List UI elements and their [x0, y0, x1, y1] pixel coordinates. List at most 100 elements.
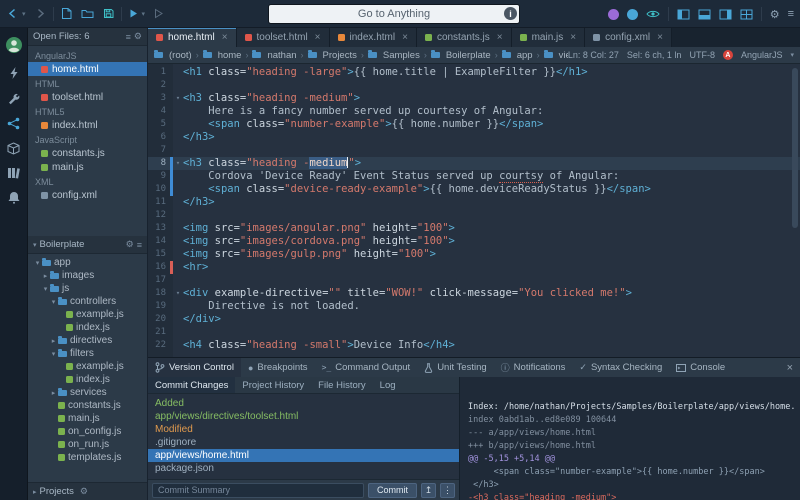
editor-tab-config.xml[interactable]: config.xml×	[585, 28, 672, 47]
line-number[interactable]: 4	[148, 105, 170, 118]
places-menu-icon[interactable]: ≡	[137, 240, 142, 250]
commit-button[interactable]: Commit	[368, 483, 417, 498]
library-books-icon[interactable]	[7, 167, 20, 179]
tree-item-app[interactable]: ▾app	[28, 256, 147, 269]
settings-gear-icon[interactable]: ⚙	[770, 8, 780, 21]
line-number[interactable]: 22	[148, 339, 170, 352]
editor-line-8[interactable]: 8▾<h3 class="heading -medium">	[148, 157, 800, 170]
open-file-index.html[interactable]: index.html	[28, 118, 147, 132]
toggle-right-pane-icon[interactable]	[719, 9, 732, 20]
tree-item-example.js[interactable]: example.js	[28, 308, 147, 321]
search-input[interactable]	[268, 4, 520, 24]
tree-item-example.js[interactable]: example.js	[28, 360, 147, 373]
editor-line-19[interactable]: 19 Directive is not loaded.	[148, 300, 800, 313]
line-number[interactable]: 12	[148, 209, 170, 222]
tree-item-index.js[interactable]: index.js	[28, 373, 147, 386]
panel-tab-console[interactable]: Console	[669, 358, 732, 377]
notifications-bell-icon[interactable]	[8, 191, 20, 204]
breadcrumb-folder-nathan[interactable]: nathan	[252, 50, 296, 61]
editor-tab-constants.js[interactable]: constants.js×	[417, 28, 512, 47]
editor-tab-main.js[interactable]: main.js×	[512, 28, 586, 47]
breadcrumb-folder-views[interactable]: views	[544, 50, 568, 61]
tree-item-constants.js[interactable]: constants.js	[28, 399, 147, 412]
bolt-icon[interactable]	[8, 66, 20, 80]
line-number[interactable]: 17	[148, 274, 170, 287]
editor-line-17[interactable]: 17	[148, 274, 800, 287]
line-number[interactable]: 10	[148, 183, 170, 196]
share-nodes-icon[interactable]	[7, 117, 20, 130]
run-icon[interactable]	[129, 8, 138, 19]
tree-item-index.js[interactable]: index.js	[28, 321, 147, 334]
subtab-commit-changes[interactable]: Commit Changes	[148, 377, 235, 393]
line-number[interactable]: 8	[148, 157, 170, 170]
breadcrumb-folder-Boilerplate[interactable]: Boilerplate	[431, 50, 491, 61]
line-number[interactable]: 1	[148, 66, 170, 79]
line-number[interactable]: 15	[148, 248, 170, 261]
tree-item-on_run.js[interactable]: on_run.js	[28, 438, 147, 451]
subtab-file-history[interactable]: File History	[311, 377, 373, 393]
editor-line-5[interactable]: 5 <span class="number-example">{{ home.n…	[148, 118, 800, 131]
open-file-home.html[interactable]: home.html	[28, 62, 147, 76]
subtab-project-history[interactable]: Project History	[235, 377, 311, 393]
editor-line-10[interactable]: 10 <span class="device-ready-example">{{…	[148, 183, 800, 196]
tree-item-controllers[interactable]: ▾controllers	[28, 295, 147, 308]
line-number[interactable]: 16	[148, 261, 170, 274]
changed-file[interactable]: app/views/directives/toolset.html	[148, 410, 459, 423]
projects-gear-icon[interactable]: ⚙	[80, 486, 88, 497]
tree-expand-icon[interactable]: ▾	[49, 350, 58, 358]
editor-tab-home.html[interactable]: home.html×	[148, 28, 237, 47]
editor-line-11[interactable]: 11</h3>	[148, 196, 800, 209]
editor-tab-toolset.html[interactable]: toolset.html×	[237, 28, 330, 47]
account-avatar[interactable]	[5, 36, 23, 54]
line-number[interactable]: 20	[148, 313, 170, 326]
editor-line-21[interactable]: 21	[148, 326, 800, 339]
line-number[interactable]: 9	[148, 170, 170, 183]
tab-close-icon[interactable]: ×	[657, 32, 663, 43]
editor-line-3[interactable]: 3▾<h3 class="heading -medium">	[148, 92, 800, 105]
open-file-main.js[interactable]: main.js	[28, 160, 147, 174]
editor-line-22[interactable]: 22<h4 class="heading -small">Device Info…	[148, 339, 800, 352]
fold-toggle-icon[interactable]: ▾	[173, 287, 183, 300]
projects-chevron-icon[interactable]: ▸	[33, 488, 37, 496]
places-gear-icon[interactable]: ⚙	[126, 239, 134, 250]
line-number[interactable]: 21	[148, 326, 170, 339]
fold-toggle-icon[interactable]: ▾	[173, 92, 183, 105]
encoding[interactable]: UTF-8	[689, 50, 715, 60]
new-file-icon[interactable]	[61, 7, 72, 20]
go-to-anything-search[interactable]: i	[268, 4, 520, 24]
tree-expand-icon[interactable]: ▾	[33, 259, 42, 267]
record-macro-icon[interactable]	[608, 9, 619, 20]
tree-item-services[interactable]: ▸services	[28, 386, 147, 399]
editor-line-18[interactable]: 18▾<div example-directive="" title="WOW!…	[148, 287, 800, 300]
editor-scrollbar[interactable]	[792, 68, 798, 228]
panel-close-icon[interactable]: ×	[780, 362, 800, 374]
line-number[interactable]: 18	[148, 287, 170, 300]
breadcrumb-folder-Samples[interactable]: Samples	[368, 50, 420, 61]
search-info-icon[interactable]: i	[504, 7, 517, 20]
editor-line-7[interactable]: 7	[148, 144, 800, 157]
unified-menu-icon[interactable]: ≡	[788, 8, 794, 20]
breadcrumb-folder-home[interactable]: home	[203, 50, 242, 61]
save-icon[interactable]	[103, 8, 114, 19]
open-file-toolset.html[interactable]: toolset.html	[28, 90, 147, 104]
preview-eye-icon[interactable]	[646, 9, 660, 19]
projects-header[interactable]: ▸ Projects ⚙	[28, 482, 147, 500]
editor-line-13[interactable]: 13<img src="images/angular.png" height="…	[148, 222, 800, 235]
line-number[interactable]: 11	[148, 196, 170, 209]
tree-item-on_config.js[interactable]: on_config.js	[28, 425, 147, 438]
open-file-config.xml[interactable]: config.xml	[28, 188, 147, 202]
commit-options-icon[interactable]: ⋮	[440, 483, 455, 498]
tree-item-js[interactable]: ▾js	[28, 282, 147, 295]
breadcrumb-folder-app[interactable]: app	[502, 50, 533, 61]
panel-tab-breakpoints[interactable]: ●Breakpoints	[241, 358, 315, 377]
tree-expand-icon[interactable]: ▾	[49, 298, 58, 306]
tree-expand-icon[interactable]: ▸	[49, 389, 58, 397]
preview-run-icon[interactable]	[154, 8, 163, 19]
breadcrumb-folder-Projects[interactable]: Projects	[308, 50, 357, 61]
back-icon[interactable]	[7, 8, 18, 19]
diff-view[interactable]: Index: /home/nathan/Projects/Samples/Boi…	[460, 377, 800, 500]
line-number[interactable]: 5	[148, 118, 170, 131]
changed-file[interactable]: package.json	[148, 462, 459, 475]
tab-close-icon[interactable]: ×	[570, 32, 576, 43]
play-macro-icon[interactable]	[627, 9, 638, 20]
